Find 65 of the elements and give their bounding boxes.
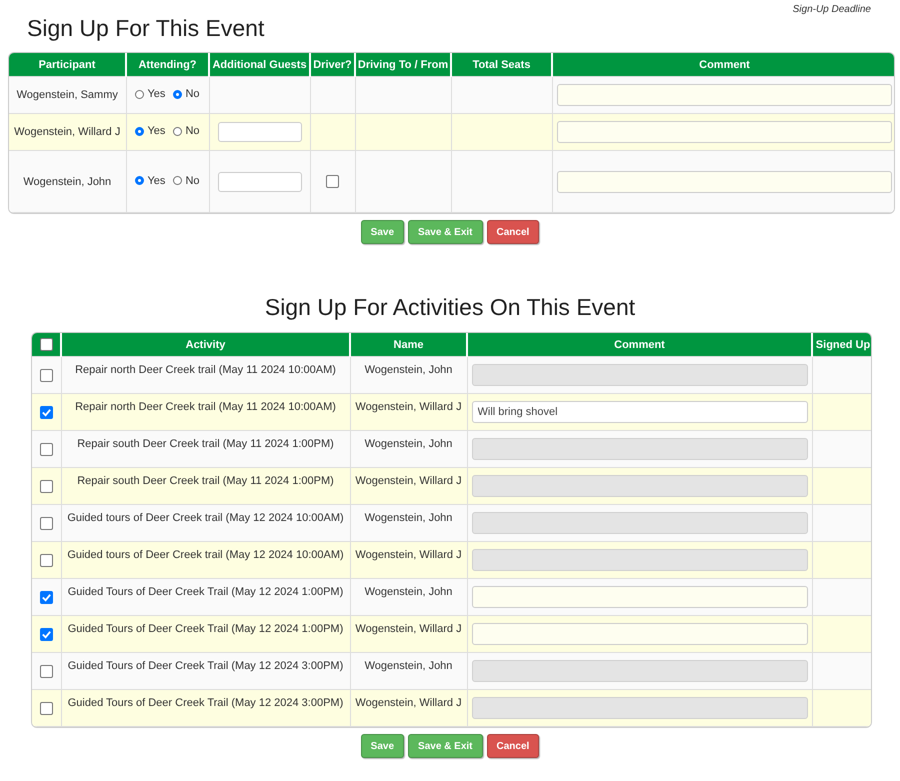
column-header: Signed Up <box>812 333 871 356</box>
activity-cell: Guided Tours of Deer Creek Trail (May 12 2024 1:00PM) <box>68 623 344 635</box>
column-header: Comment <box>552 53 894 76</box>
select-all-checkbox[interactable] <box>40 338 52 351</box>
activity-cell: Repair south Deer Creek trail (May 11 2024 1:00PM) <box>77 475 334 487</box>
name-cell: Wogenstein, John <box>364 512 452 524</box>
name-cell: Wogenstein, Willard J <box>355 401 462 413</box>
attending-radio[interactable]: Yes <box>135 87 166 102</box>
column-header: Activity <box>61 333 350 356</box>
column-header: Driver? <box>310 53 355 76</box>
section-title: Sign Up For Activities On This Event <box>264 294 636 321</box>
column-header: Additional Guests <box>209 53 310 76</box>
attending-radio[interactable]: Yes <box>135 124 166 138</box>
activity-checkbox[interactable] <box>40 480 53 493</box>
comment-field[interactable] <box>556 84 892 106</box>
activity-checkbox[interactable] <box>40 628 53 641</box>
comment-field[interactable] <box>472 623 808 645</box>
activity-cell: Guided Tours of Deer Creek Trail (May 12 2024 1:00PM) <box>68 586 344 598</box>
column-header: Participant <box>9 53 126 76</box>
column-header: Driving To / From <box>355 53 451 76</box>
guests-field[interactable] <box>218 122 302 142</box>
activity-cell: Repair north Deer Creek trail (May 11 2024 10:00AM) <box>75 401 336 413</box>
name-cell: Wogenstein, John <box>364 660 452 672</box>
driver-checkbox[interactable] <box>326 175 339 188</box>
column-header: Comment <box>467 333 812 356</box>
activity-checkbox[interactable] <box>40 442 53 456</box>
name-cell: Wogenstein, Willard J <box>355 549 462 561</box>
activity-cell: Repair south Deer Creek trail (May 11 2024 1:00PM) <box>77 438 334 450</box>
guests-field[interactable] <box>218 172 302 192</box>
participant-cell: Wogenstein, Sammy <box>9 76 126 114</box>
name-cell: Wogenstein, John <box>364 364 452 376</box>
name-cell: Wogenstein, Willard J <box>355 697 462 709</box>
comment-field[interactable] <box>472 586 808 608</box>
activity-cell: Guided tours of Deer Creek trail (May 12 2024 10:00AM) <box>67 512 344 524</box>
column-header: Attending? <box>126 53 209 76</box>
activity-checkbox[interactable] <box>40 406 53 419</box>
activity-checkbox[interactable] <box>40 554 53 567</box>
activity-cell: Repair north Deer Creek trail (May 11 2024 10:00AM) <box>75 364 336 376</box>
comment-field[interactable]: Will bring shovel <box>472 401 808 423</box>
attending-radio[interactable]: No <box>173 124 200 138</box>
activity-checkbox[interactable] <box>40 368 53 382</box>
name-cell: Wogenstein, John <box>364 438 452 450</box>
activity-cell: Guided Tours of Deer Creek Trail (May 12 2024 3:00PM) <box>68 697 344 709</box>
name-cell: Wogenstein, John <box>364 586 452 598</box>
comment-field[interactable] <box>556 121 892 143</box>
deadline-label: Sign-Up Deadline <box>792 4 871 15</box>
activity-cell: Guided tours of Deer Creek trail (May 12 2024 10:00AM) <box>67 549 344 561</box>
comment-field[interactable] <box>556 170 892 192</box>
activity-checkbox[interactable] <box>40 590 53 604</box>
name-cell: Wogenstein, Willard J <box>355 475 462 487</box>
participant-cell: Wogenstein, Willard J <box>9 114 126 150</box>
column-header: Total Seats <box>451 53 552 76</box>
attending-radio[interactable]: No <box>173 174 200 188</box>
attending-radio[interactable]: Yes <box>135 174 166 188</box>
section-title: Sign Up For This Event <box>27 15 264 42</box>
cancel-button[interactable]: Cancel <box>486 734 540 758</box>
attending-radio[interactable]: No <box>173 87 200 102</box>
activity-checkbox[interactable] <box>40 702 53 715</box>
name-cell: Wogenstein, Willard J <box>355 623 462 635</box>
participant-cell: Wogenstein, John <box>9 150 126 212</box>
column-header: Name <box>350 333 467 356</box>
activity-checkbox[interactable] <box>40 516 53 530</box>
cancel-button[interactable]: Cancel <box>486 220 540 244</box>
activity-checkbox[interactable] <box>40 664 53 678</box>
activity-cell: Guided Tours of Deer Creek Trail (May 12 2024 3:00PM) <box>68 660 344 672</box>
